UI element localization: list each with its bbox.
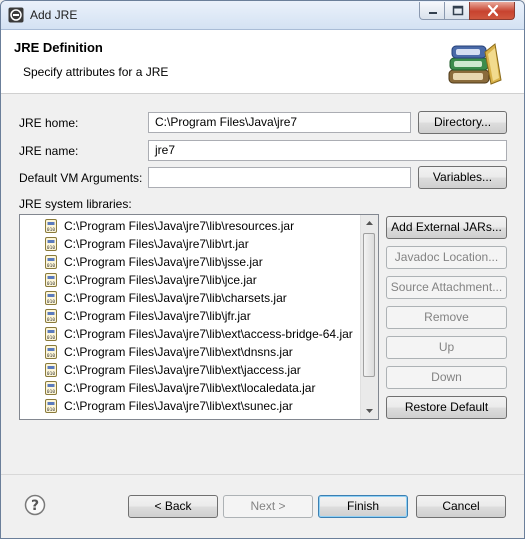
svg-text:010: 010	[47, 227, 55, 233]
page-subtitle: Specify attributes for a JRE	[23, 65, 169, 79]
minimize-icon	[429, 12, 437, 14]
close-button[interactable]	[469, 2, 515, 20]
svg-text:010: 010	[47, 317, 55, 323]
svg-text:010: 010	[47, 245, 55, 251]
library-path: C:\Program Files\Java\jre7\lib\jsse.jar	[64, 255, 263, 269]
svg-text:010: 010	[47, 389, 55, 395]
restore-default-button[interactable]: Restore Default	[386, 396, 507, 419]
books-icon	[448, 43, 502, 85]
library-list-item[interactable]: 010 C:\Program Files\Java\jre7\lib\ext\lo…	[20, 379, 360, 397]
library-path: C:\Program Files\Java\jre7\lib\ext\local…	[64, 381, 316, 395]
library-list-item[interactable]: 010 C:\Program Files\Java\jre7\lib\charse…	[20, 289, 360, 307]
library-path: C:\Program Files\Java\jre7\lib\ext\dnsns…	[64, 345, 293, 359]
library-path: C:\Program Files\Java\jre7\lib\ext\acces…	[64, 327, 353, 341]
library-path: C:\Program Files\Java\jre7\lib\jce.jar	[64, 273, 257, 287]
maximize-button[interactable]	[444, 2, 470, 20]
jar-file-icon: 010	[45, 363, 57, 377]
page-title: JRE Definition	[14, 40, 103, 55]
library-list-item[interactable]: 010 C:\Program Files\Java\jre7\lib\ext\ac…	[20, 325, 360, 343]
finish-button[interactable]: Finish	[318, 495, 408, 518]
svg-text:010: 010	[47, 353, 55, 359]
maximize-icon	[452, 5, 464, 16]
svg-text:010: 010	[47, 371, 55, 377]
next-button[interactable]: Next >	[223, 495, 313, 518]
remove-button[interactable]: Remove	[386, 306, 507, 329]
cancel-button[interactable]: Cancel	[416, 495, 506, 518]
down-button[interactable]: Down	[386, 366, 507, 389]
svg-text:010: 010	[47, 263, 55, 269]
close-icon	[487, 4, 499, 17]
library-list-item[interactable]: 010 C:\Program Files\Java\jre7\lib\jce.ja…	[20, 271, 360, 289]
javadoc-location-button[interactable]: Javadoc Location...	[386, 246, 507, 269]
help-icon[interactable]: ?	[24, 494, 46, 516]
variables-button[interactable]: Variables...	[418, 166, 507, 189]
library-list-item[interactable]: 010 C:\Program Files\Java\jre7\lib\jsse.j…	[20, 253, 360, 271]
svg-text:010: 010	[47, 281, 55, 287]
jar-file-icon: 010	[45, 219, 57, 233]
library-path: C:\Program Files\Java\jre7\lib\jfr.jar	[64, 309, 251, 323]
library-path: C:\Program Files\Java\jre7\lib\ext\sunec…	[64, 399, 293, 413]
library-path: C:\Program Files\Java\jre7\lib\rt.jar	[64, 237, 249, 251]
jar-file-icon: 010	[45, 327, 57, 341]
directory-button[interactable]: Directory...	[418, 111, 507, 134]
scroll-down-arrow-icon[interactable]	[361, 402, 378, 419]
library-path: C:\Program Files\Java\jre7\lib\ext\jacce…	[64, 363, 301, 377]
jre-name-label: JRE name:	[19, 144, 79, 158]
title-bar[interactable]: Add JRE	[1, 1, 524, 30]
library-list-item[interactable]: 010 C:\Program Files\Java\jre7\lib\jfr.ja…	[20, 307, 360, 325]
library-list-item[interactable]: 010 C:\Program Files\Java\jre7\lib\rt.jar	[20, 235, 360, 253]
jar-file-icon: 010	[45, 291, 57, 305]
jar-file-icon: 010	[45, 273, 57, 287]
wizard-header: JRE Definition Specify attributes for a …	[1, 30, 524, 94]
jre-home-field[interactable]: C:\Program Files\Java\jre7	[148, 112, 411, 133]
add-jre-dialog: Add JRE JRE Definition Specify attribute…	[0, 0, 525, 539]
source-attachment-button[interactable]: Source Attachment...	[386, 276, 507, 299]
back-button[interactable]: < Back	[128, 495, 218, 518]
system-libraries-list[interactable]: 010 C:\Program Files\Java\jre7\lib\resour…	[19, 214, 379, 420]
library-path: C:\Program Files\Java\jre7\lib\charsets.…	[64, 291, 287, 305]
library-list-item[interactable]: 010 C:\Program Files\Java\jre7\lib\resour…	[20, 217, 360, 235]
jre-name-field[interactable]: jre7	[148, 140, 507, 161]
jre-home-label: JRE home:	[19, 116, 79, 130]
svg-text:010: 010	[47, 335, 55, 341]
system-libraries-label: JRE system libraries:	[19, 197, 132, 211]
vm-arguments-field[interactable]	[148, 167, 411, 188]
jar-file-icon: 010	[45, 399, 57, 413]
scroll-up-arrow-icon[interactable]	[361, 215, 378, 232]
scroll-thumb[interactable]	[363, 233, 375, 377]
jar-file-icon: 010	[45, 345, 57, 359]
eclipse-app-icon	[8, 7, 24, 23]
library-list-item[interactable]: 010 C:\Program Files\Java\jre7\lib\ext\ja…	[20, 361, 360, 379]
library-list-item[interactable]: 010 C:\Program Files\Java\jre7\lib\ext\dn…	[20, 343, 360, 361]
up-button[interactable]: Up	[386, 336, 507, 359]
svg-text:010: 010	[47, 299, 55, 305]
minimize-button[interactable]	[419, 2, 445, 20]
svg-text:010: 010	[47, 407, 55, 413]
library-list-item[interactable]: 010 C:\Program Files\Java\jre7\lib\ext\su…	[20, 397, 360, 415]
jar-file-icon: 010	[45, 255, 57, 269]
add-external-jars-button[interactable]: Add External JARs...	[386, 216, 507, 239]
library-path: C:\Program Files\Java\jre7\lib\resources…	[64, 219, 295, 233]
libraries-scrollbar[interactable]	[360, 215, 378, 419]
window-title: Add JRE	[30, 8, 78, 22]
svg-text:?: ?	[31, 498, 39, 514]
jar-file-icon: 010	[45, 381, 57, 395]
jar-file-icon: 010	[45, 237, 57, 251]
vm-arguments-label: Default VM Arguments:	[19, 171, 143, 185]
jar-file-icon: 010	[45, 309, 57, 323]
footer-separator	[1, 474, 524, 475]
